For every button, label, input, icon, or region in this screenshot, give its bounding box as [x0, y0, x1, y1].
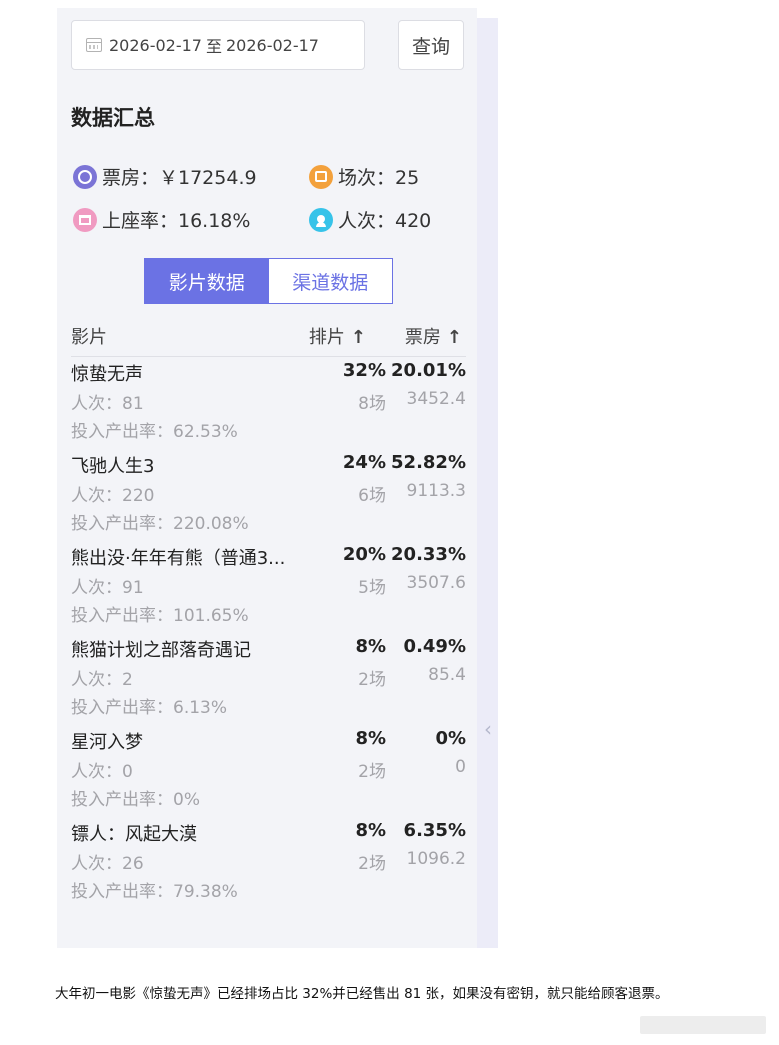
date-range-picker[interactable]: 2026-02-17 至 2026-02-17	[71, 20, 365, 70]
boxoffice-value: 3452.4	[406, 389, 466, 409]
schedule-percent: 20%	[342, 544, 386, 565]
stat-box-office-text: 票房：￥17254.9	[102, 167, 257, 189]
film-title: 惊蛰无声	[71, 364, 143, 385]
attendance-count: 人次：26	[71, 854, 144, 874]
calendar-icon	[86, 38, 102, 52]
table-row[interactable]: 飞驰人生3 24% 52.82% 人次：220 6场 9113.3 投入产出率：220.08…	[71, 452, 466, 544]
calendar-session-icon	[309, 164, 333, 189]
schedule-percent: 8%	[355, 636, 386, 657]
roi-rate: 投入产出率：6.13%	[71, 698, 228, 718]
stat-box-office: 票房：￥17254.9	[73, 163, 257, 190]
stat-sessions-text: 场次：25	[338, 167, 420, 189]
stat-sessions: 场次：25	[309, 163, 419, 190]
caption-text: 大年初一电影《惊蛰无声》已经排场占比 32%并已经售出 81 张，如果没有密钥，…	[55, 986, 669, 1002]
schedule-percent: 8%	[355, 728, 386, 749]
table-row[interactable]: 镖人：风起大漠 8% 6.35% 人次：26 2场 1096.2 投入产出率：79.38%	[71, 820, 466, 912]
attendance-count: 人次：220	[71, 486, 155, 506]
date-end: 2026-02-17	[226, 35, 319, 55]
attendance-count: 人次：2	[71, 670, 133, 690]
tab-film-data[interactable]: 影片数据	[145, 259, 269, 303]
boxoffice-percent: 0.49%	[403, 636, 466, 657]
session-count: 2场	[358, 762, 386, 782]
film-reel-icon	[73, 164, 97, 189]
film-title: 熊猫计划之部落奇遇记	[71, 640, 251, 661]
table-row[interactable]: 熊出没·年年有熊（普通3... 20% 20.33% 人次：91 5场 3507.6 投入产…	[71, 544, 466, 636]
film-list: 惊蛰无声 32% 20.01% 人次：81 8场 3452.4 投入产出率：62.53% 飞驰…	[71, 360, 466, 912]
seat-icon	[73, 207, 97, 232]
col-schedule-sort[interactable]: 排片 ↑	[309, 323, 366, 349]
boxoffice-percent: 20.33%	[391, 544, 466, 565]
schedule-percent: 24%	[342, 452, 386, 473]
col-film: 影片	[71, 327, 107, 348]
session-count: 2场	[358, 854, 386, 874]
schedule-percent: 32%	[342, 360, 386, 381]
arrow-up-icon: ↑	[350, 327, 366, 348]
session-count: 5场	[358, 578, 386, 598]
table-header: 影片 排片 ↑ 票房 ↑	[71, 321, 466, 357]
film-title: 熊出没·年年有熊（普通3...	[71, 548, 286, 569]
table-row[interactable]: 星河入梦 8% 0% 人次：0 2场 0 投入产出率：0%	[71, 728, 466, 820]
boxoffice-percent: 20.01%	[391, 360, 466, 381]
boxoffice-value: 3507.6	[406, 573, 466, 593]
attendance-count: 人次：81	[71, 394, 144, 414]
table-row[interactable]: 惊蛰无声 32% 20.01% 人次：81 8场 3452.4 投入产出率：62.53%	[71, 360, 466, 452]
film-title: 星河入梦	[71, 732, 143, 753]
stat-attendance-text: 人次：420	[338, 210, 432, 232]
side-drawer-strip	[477, 18, 498, 948]
date-start: 2026-02-17	[109, 35, 202, 55]
roi-rate: 投入产出率：101.65%	[71, 606, 249, 626]
tab-channel-data[interactable]: 渠道数据	[269, 259, 393, 303]
session-count: 8场	[358, 394, 386, 414]
film-title: 镖人：风起大漠	[71, 824, 197, 845]
attendance-count: 人次：91	[71, 578, 144, 598]
boxoffice-value: 9113.3	[406, 481, 466, 501]
boxoffice-value: 0	[455, 757, 466, 777]
roi-rate: 投入产出率：62.53%	[71, 422, 238, 442]
stat-occupancy-text: 上座率：16.18%	[102, 210, 251, 232]
boxoffice-percent: 52.82%	[391, 452, 466, 473]
boxoffice-percent: 6.35%	[403, 820, 466, 841]
roi-rate: 投入产出率：220.08%	[71, 514, 249, 534]
stat-occupancy: 上座率：16.18%	[73, 206, 250, 233]
date-separator: 至	[205, 37, 222, 56]
boxoffice-value: 1096.2	[406, 849, 466, 869]
col-boxoffice-sort[interactable]: 票房 ↑	[405, 323, 462, 349]
query-button[interactable]: 查询	[398, 20, 464, 70]
chevron-left-icon[interactable]: ‹	[481, 718, 495, 740]
table-row[interactable]: 熊猫计划之部落奇遇记 8% 0.49% 人次：2 2场 85.4 投入产出率：6.13%	[71, 636, 466, 728]
summary-title: 数据汇总	[71, 106, 155, 130]
person-icon	[309, 207, 333, 232]
session-count: 6场	[358, 486, 386, 506]
data-tabs: 影片数据 渠道数据	[144, 258, 393, 304]
attendance-count: 人次：0	[71, 762, 133, 782]
schedule-percent: 8%	[355, 820, 386, 841]
roi-rate: 投入产出率：79.38%	[71, 882, 238, 902]
session-count: 2场	[358, 670, 386, 690]
film-title: 飞驰人生3	[71, 456, 155, 477]
col-schedule-label: 排片	[308, 327, 345, 348]
arrow-up-icon: ↑	[446, 327, 462, 348]
stat-attendance: 人次：420	[309, 206, 431, 233]
boxoffice-value: 85.4	[428, 665, 466, 685]
roi-rate: 投入产出率：0%	[71, 790, 200, 810]
watermark	[640, 1016, 766, 1034]
col-boxoffice-label: 票房	[404, 327, 441, 348]
boxoffice-percent: 0%	[435, 728, 466, 749]
